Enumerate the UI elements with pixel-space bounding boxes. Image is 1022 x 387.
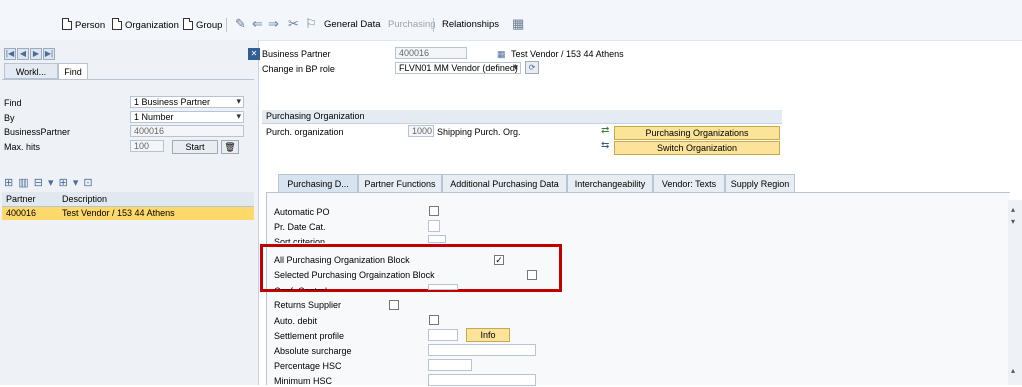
max-hits-input[interactable]: 100	[130, 140, 164, 152]
tab-purchasing-data[interactable]: Purchasing D...	[278, 174, 358, 192]
returns-supplier-label: Returns Supplier	[274, 300, 342, 310]
first-page-icon[interactable]: |◀	[4, 48, 16, 60]
forward-arrow-icon[interactable]: ⇒	[268, 16, 279, 32]
percentage-hsc-label: Percentage HSC	[274, 361, 342, 371]
scroll-down-icon[interactable]: ▾	[1011, 216, 1015, 227]
purchasing-button[interactable]: Purchasing	[388, 18, 436, 32]
highlight-box	[260, 244, 562, 292]
pr-date-cat-input[interactable]	[428, 220, 440, 232]
application-toolbar: Person Organization Group ✎ ⇐ ⇒ ✂ ⚐ Gene…	[0, 0, 1022, 41]
scroll-up-icon[interactable]: ▴	[1011, 365, 1015, 376]
business-partner-field[interactable]: 400016	[395, 47, 467, 59]
toolbar-separator	[433, 18, 434, 32]
minimum-hsc-label: Minimum HSC	[274, 376, 333, 386]
tab-supply-region[interactable]: Supply Region	[725, 174, 795, 192]
result-list-toolbar[interactable]: ⊞ ▥ ⊟ ▾ ⊞ ▾ ⊡	[4, 176, 122, 190]
business-partner-label: BusinessPartner	[4, 127, 71, 137]
auto-debit-checkbox[interactable]	[429, 315, 439, 325]
vendor-icon: ▦	[497, 49, 506, 59]
previous-page-icon[interactable]: ◀	[17, 48, 29, 60]
purch-orgs-icon: ⇄	[601, 125, 610, 136]
document-icon	[183, 18, 193, 30]
trash-icon[interactable]: 🗑	[221, 140, 239, 154]
purchasing-organizations-button[interactable]: Purchasing Organizations	[614, 126, 780, 140]
column-header-partner[interactable]: Partner	[6, 194, 36, 205]
tab-interchangeability[interactable]: Interchangeability	[567, 174, 653, 192]
conf-control-input[interactable]	[428, 284, 458, 290]
returns-supplier-checkbox[interactable]	[389, 300, 399, 310]
find-select[interactable]: 1 Business Partner	[130, 96, 244, 108]
purch-org-name: Shipping Purch. Org.	[437, 127, 521, 137]
auto-debit-label: Auto. debit	[274, 316, 318, 326]
document-icon	[62, 18, 72, 30]
settlement-profile-input[interactable]	[428, 329, 458, 341]
purch-org-label: Purch. organization	[266, 127, 344, 137]
sort-criterion-input[interactable]	[428, 235, 446, 243]
minimum-hsc-input[interactable]	[428, 374, 536, 386]
divider	[2, 79, 254, 80]
relationships-button[interactable]: Relationships	[442, 18, 499, 32]
tab-strip: Purchasing D... Partner Functions Additi…	[266, 174, 1010, 193]
tab-find[interactable]: Find	[58, 63, 88, 79]
toolbar-separator	[226, 18, 227, 32]
selected-purchasing-org-block-label: Selected Purchasing Orgainzation Block	[274, 270, 435, 280]
business-partner-input[interactable]: 400016	[130, 125, 244, 137]
conf-control-label: Conf. Control	[274, 286, 327, 290]
pr-date-cat-label: Pr. Date Cat.	[274, 222, 326, 232]
settlement-profile-label: Settlement profile	[274, 331, 345, 341]
business-partner-description: Test Vendor / 153 44 Athens	[511, 49, 624, 59]
result-header-row	[2, 192, 254, 207]
tab-vendor-texts[interactable]: Vendor: Texts	[653, 174, 725, 192]
where-used-icon[interactable]: ⚐	[305, 16, 317, 32]
row-partner: 400016	[6, 208, 37, 218]
purch-org-code[interactable]: 1000	[408, 125, 434, 137]
max-hits-label: Max. hits	[4, 142, 41, 152]
automatic-po-label: Automatic PO	[274, 207, 330, 217]
tab-partner-functions[interactable]: Partner Functions	[358, 174, 442, 192]
column-header-description[interactable]: Description	[62, 194, 107, 205]
row-description: Test Vendor / 153 44 Athens	[62, 208, 175, 218]
document-icon	[112, 18, 122, 30]
sort-criterion-label: Sort criterion	[274, 237, 326, 243]
by-select[interactable]: 1 Number	[130, 111, 244, 123]
table-icon[interactable]: ▦	[512, 16, 524, 32]
automatic-po-checkbox[interactable]	[429, 206, 439, 216]
general-data-button[interactable]: General Data	[324, 18, 381, 32]
start-button[interactable]: Start	[172, 140, 218, 154]
section-title: Purchasing Organization	[266, 111, 365, 121]
next-page-icon[interactable]: ▶	[30, 48, 42, 60]
group-button[interactable]: Group	[183, 18, 222, 32]
by-label: By	[4, 113, 15, 123]
person-button[interactable]: Person	[62, 18, 105, 32]
absolute-surcharge-label: Absolute surcharge	[274, 346, 352, 356]
business-partner-label: Business Partner	[262, 49, 331, 59]
vertical-scrollbar[interactable]	[1008, 200, 1022, 385]
absolute-surcharge-input[interactable]	[428, 344, 536, 356]
scroll-up-icon[interactable]: ▴	[1011, 204, 1015, 215]
info-button[interactable]: Info	[466, 328, 510, 342]
percentage-hsc-input[interactable]	[428, 359, 472, 371]
tab-worklist[interactable]: Workl...	[4, 63, 58, 79]
change-role-label: Change in BP role	[262, 64, 335, 74]
refresh-icon[interactable]: ⟳	[525, 61, 539, 74]
switch-display-change-icon[interactable]: ✎	[235, 16, 246, 32]
switch-organization-button[interactable]: Switch Organization	[614, 141, 780, 155]
close-icon[interactable]: ✕	[248, 48, 260, 60]
all-purchasing-org-block-label: All Purchasing Organization Block	[274, 255, 410, 265]
bp-role-select[interactable]: FLVN01 MM Vendor (defined)	[395, 62, 521, 74]
switch-org-icon: ⇆	[601, 140, 610, 151]
last-page-icon[interactable]: ▶|	[43, 48, 55, 60]
tab-additional-purchasing-data[interactable]: Additional Purchasing Data	[442, 174, 567, 192]
organization-button[interactable]: Organization	[112, 18, 179, 32]
glasses-icon[interactable]: ✂	[288, 16, 299, 32]
all-purchasing-org-block-checkbox[interactable]: ✓	[494, 255, 504, 265]
selected-purchasing-org-block-checkbox[interactable]	[527, 270, 537, 280]
back-arrow-icon[interactable]: ⇐	[252, 16, 263, 32]
find-label: Find	[4, 98, 22, 108]
